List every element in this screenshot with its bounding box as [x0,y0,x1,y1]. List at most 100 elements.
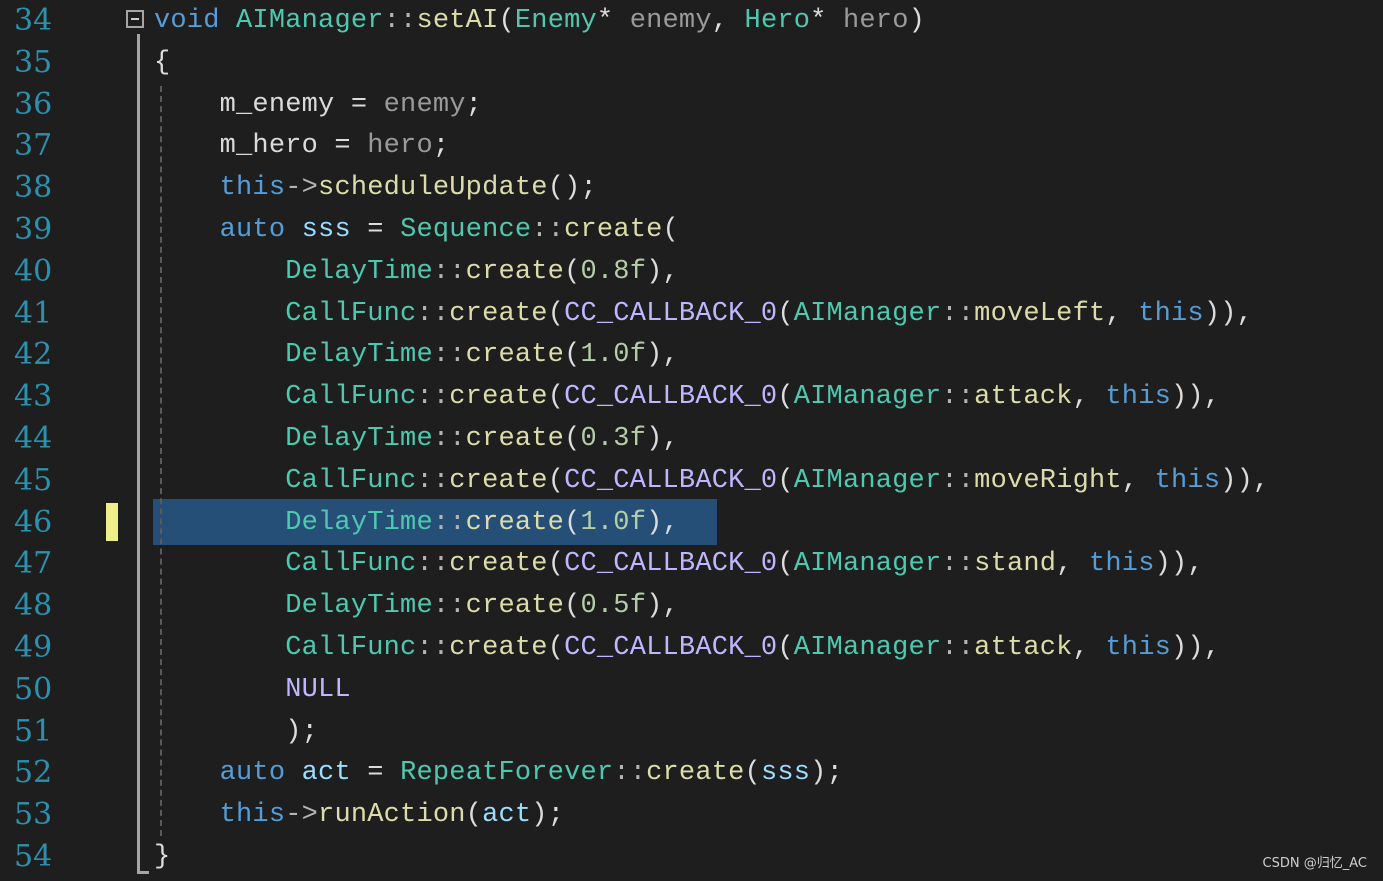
code-token: :: [531,215,565,245]
code-line[interactable]: 45 CallFunc::create(CC_CALLBACK_0(AIMana… [0,460,1383,502]
code-token: )), [1171,633,1221,663]
code-line[interactable]: 34 void AIManager::setAI(Enemy* enemy, He… [0,0,1383,42]
code-text[interactable]: CallFunc::create(CC_CALLBACK_0(AIManager… [154,376,1220,418]
code-token: ( [564,424,581,454]
code-text[interactable]: ); [154,711,318,753]
code-token: moveRight [974,465,1122,496]
code-text[interactable]: DelayTime::create(0.8f), [154,251,679,293]
code-token: , [1056,549,1089,580]
code-token: hero [826,6,909,36]
code-token: ), [646,507,679,538]
code-text[interactable]: DelayTime::create(0.5f), [154,585,679,627]
code-line[interactable]: 36 m_enemy = enemy; [0,84,1383,126]
code-text[interactable]: this->runAction(act); [154,794,564,836]
code-token: create [465,340,565,371]
code-line[interactable]: 40 DelayTime::create(0.8f), [0,251,1383,293]
code-token: ( [777,549,794,580]
code-token: DelayTime [154,424,433,454]
code-text[interactable]: m_enemy = enemy; [154,84,482,126]
code-line[interactable]: 35 { [0,42,1383,84]
code-line[interactable]: 39 auto sss = Sequence::create( [0,209,1383,251]
code-token: :: [432,256,466,287]
code-token: create [465,507,565,538]
code-line[interactable]: 54} [0,836,1383,878]
code-token: 0.5f [580,591,647,622]
code-text[interactable]: CallFunc::create(CC_CALLBACK_0(AIManager… [154,627,1220,669]
code-text[interactable]: { [154,42,170,84]
code-token: :: [432,507,466,538]
line-number: 45 [14,462,53,498]
code-line[interactable]: 38 this->scheduleUpdate(); [0,167,1383,209]
code-text[interactable]: CallFunc::create(CC_CALLBACK_0(AIManager… [154,293,1253,335]
code-line[interactable]: 42 DelayTime::create(1.0f), [0,334,1383,376]
code-token: scheduleUpdate [318,173,548,204]
code-line[interactable]: 53 this->runAction(act); [0,794,1383,836]
code-token: } [154,842,171,872]
code-token: attack [974,382,1073,413]
code-text[interactable]: CallFunc::create(CC_CALLBACK_0(AIManager… [154,460,1269,502]
code-line[interactable]: 52 auto act = RepeatForever::create(sss)… [0,752,1383,794]
code-token: :: [941,382,975,413]
code-token: 0.3f [580,424,647,454]
code-token: (); [547,173,597,204]
code-token: create [465,256,565,287]
code-line[interactable]: 44 DelayTime::create(0.3f), [0,418,1383,460]
code-text[interactable]: void AIManager::setAI(Enemy* enemy, Hero… [154,0,925,42]
line-number: 42 [14,337,53,373]
code-token: ( [547,633,565,663]
code-token: runAction [318,800,466,831]
code-line[interactable]: 37 m_hero = hero; [0,125,1383,167]
code-text[interactable]: } [154,836,170,878]
code-token: stand [974,549,1057,580]
code-line[interactable]: 50 NULL [0,669,1383,711]
code-token: void [154,6,220,36]
code-token: ( [547,549,565,580]
code-token: m_enemy [154,89,335,120]
code-token: * [596,6,614,36]
code-token: CallFunc [154,382,417,413]
code-token: 1.0f [580,340,647,371]
code-token: RepeatForever [400,758,614,789]
code-text[interactable]: DelayTime::create(0.3f), [154,418,679,460]
code-text[interactable]: this->scheduleUpdate(); [154,167,597,209]
code-text[interactable]: DelayTime::create(1.0f), [154,502,679,544]
line-number: 51 [14,713,53,749]
code-line[interactable]: 46 DelayTime::create(1.0f), [0,502,1383,544]
code-text[interactable]: DelayTime::create(1.0f), [154,334,679,376]
code-token: ) [908,6,925,36]
code-line[interactable]: 51 ); [0,711,1383,753]
code-text[interactable]: NULL [154,669,351,711]
code-token: :: [416,465,450,496]
code-line[interactable]: 43 CallFunc::create(CC_CALLBACK_0(AIMana… [0,376,1383,418]
line-number: 44 [14,421,53,456]
code-token: ( [564,591,581,622]
line-number: 54 [14,839,53,874]
code-token: enemy [613,6,712,36]
code-line[interactable]: 41 CallFunc::create(CC_CALLBACK_0(AIMana… [0,293,1383,335]
code-text[interactable]: CallFunc::create(CC_CALLBACK_0(AIManager… [154,543,1204,585]
line-number: 39 [14,212,53,247]
code-token: AIManager [793,549,942,580]
code-token: -> [285,173,319,204]
code-line[interactable]: 49 CallFunc::create(CC_CALLBACK_0(AIMana… [0,627,1383,669]
code-token: Sequence [400,215,532,245]
code-editor[interactable]: 34 void AIManager::setAI(Enemy* enemy, He… [0,0,1383,881]
code-text[interactable]: m_hero = hero; [154,125,449,167]
code-text[interactable]: auto sss = Sequence::create( [154,209,679,251]
code-text[interactable]: auto act = RepeatForever::create(sss); [154,752,843,794]
code-line[interactable]: 48 DelayTime::create(0.5f), [0,585,1383,627]
line-number: 37 [14,128,53,164]
code-line[interactable]: 47 CallFunc::create(CC_CALLBACK_0(AIMana… [0,543,1383,585]
code-token: create [449,549,548,580]
code-token: ( [547,382,565,413]
code-token: ( [564,340,581,371]
code-token: create [465,424,565,454]
code-token: , [1072,633,1106,663]
code-token: DelayTime [154,507,433,538]
code-token: this [1089,549,1155,580]
line-number: 49 [14,630,53,665]
code-token: , [1121,465,1155,496]
line-number: 47 [14,546,53,582]
code-token: DelayTime [154,256,433,287]
